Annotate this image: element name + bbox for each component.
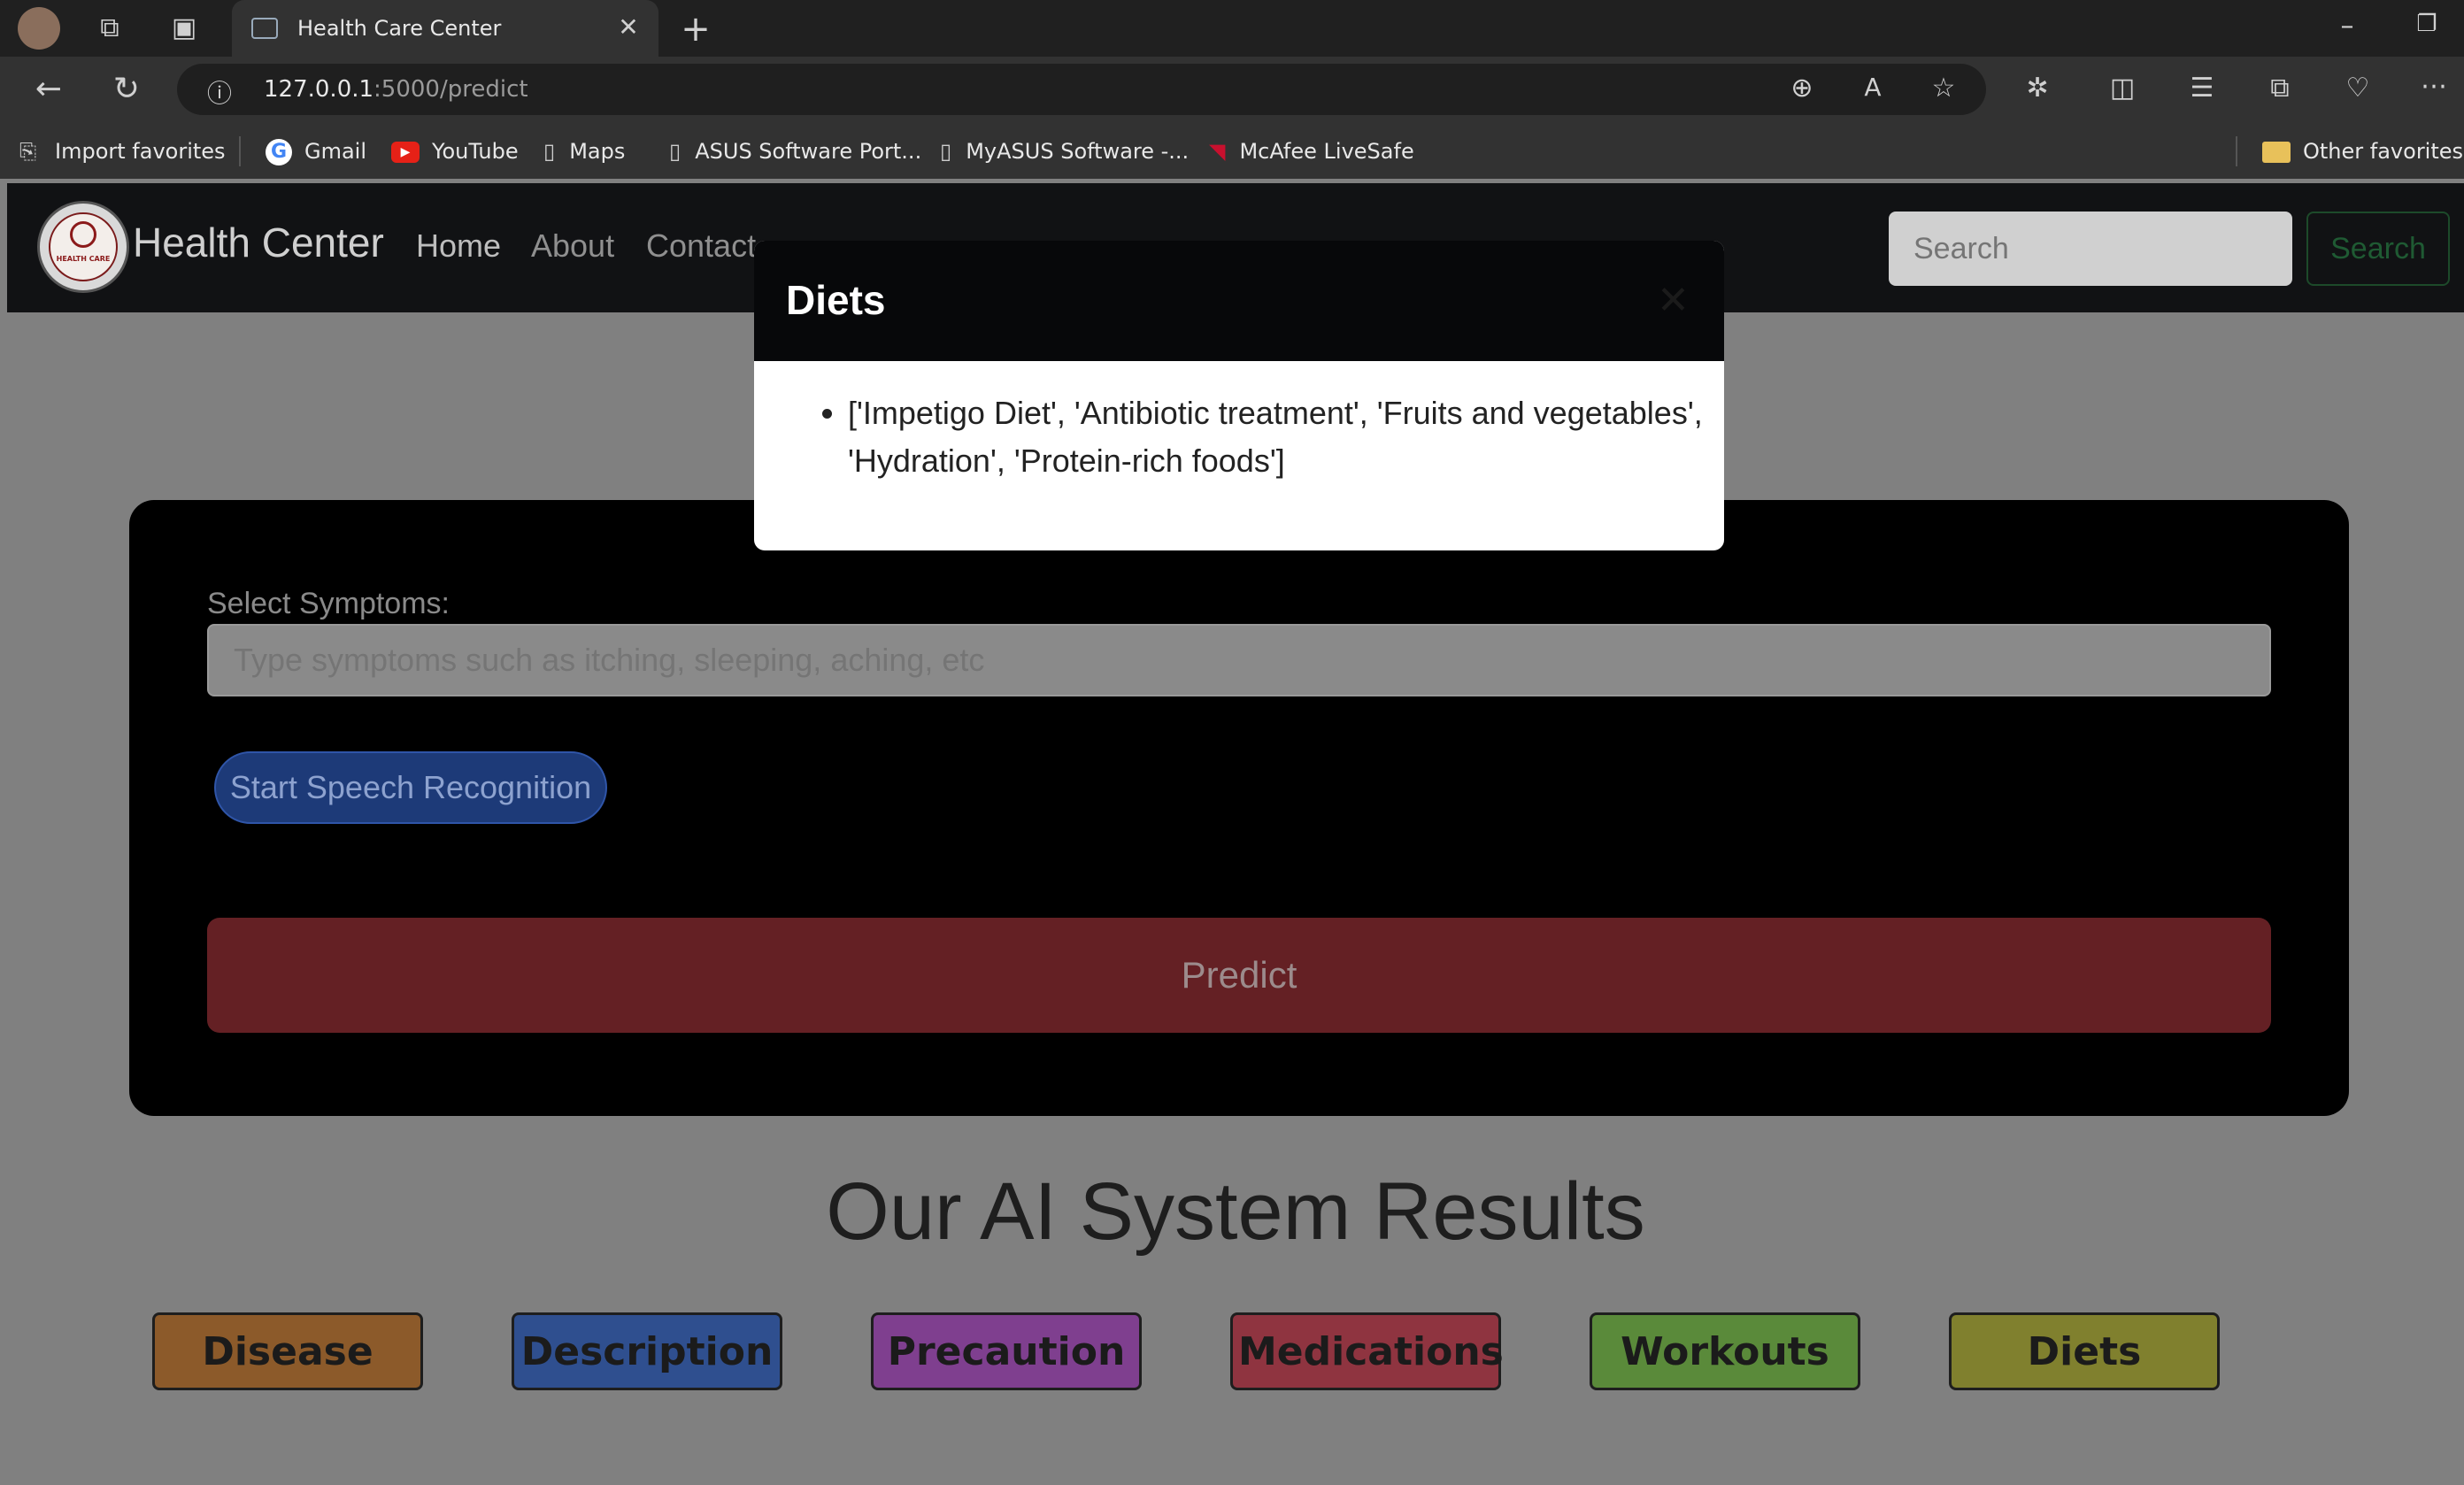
speech-recognition-button[interactable]: Start Speech Recognition <box>214 751 607 824</box>
restore-icon[interactable]: ❐ <box>2406 11 2448 37</box>
logo-emblem: HEALTH CARE <box>49 212 118 281</box>
list-item: ['Impetigo Diet', 'Antibiotic treatment'… <box>848 389 1724 485</box>
symptoms-label: Select Symptoms: <box>207 587 450 620</box>
symptom-form-card: Select Symptoms: Start Speech Recognitio… <box>129 500 2349 1116</box>
site-info-icon[interactable]: ⓘ <box>202 74 237 110</box>
other-favorites[interactable]: Other favorites <box>2262 124 2463 179</box>
url-host: 127.0.0.1 <box>264 76 374 103</box>
bookmark-asus-software[interactable]: ▯ ASUS Software Port... <box>669 124 921 179</box>
bookmark-label: Maps <box>569 139 626 164</box>
bookmark-label: ASUS Software Port... <box>695 139 922 164</box>
bookmark-label: Import favorites <box>55 139 226 164</box>
diets-modal: Diets ✕ ['Impetigo Diet', 'Antibiotic tr… <box>754 241 1724 550</box>
bookmark-label: MyASUS Software -... <box>966 139 1190 164</box>
page-icon: ▯ <box>669 139 681 164</box>
collections-icon[interactable]: ⧉ <box>2260 73 2299 104</box>
import-icon: ⎘ <box>19 139 37 164</box>
bookmark-gmail[interactable]: G Gmail <box>266 124 366 179</box>
google-icon: G <box>266 139 292 165</box>
diets-button[interactable]: Diets <box>1949 1312 2220 1390</box>
favorite-star-icon[interactable]: ☆ <box>1924 73 1963 104</box>
bookmark-label: McAfee LiveSafe <box>1239 139 1414 164</box>
logo-symbol-icon <box>70 221 96 248</box>
site-logo[interactable]: HEALTH CARE <box>37 201 129 293</box>
bookmark-divider <box>2236 136 2237 166</box>
extensions-icon[interactable]: ✲ <box>2018 73 2057 104</box>
url-text[interactable]: 127.0.0.1:5000/predict <box>264 64 528 115</box>
read-aloud-icon[interactable]: A <box>1853 73 1892 102</box>
refresh-icon[interactable]: ↻ <box>104 71 149 107</box>
predict-button[interactable]: Predict <box>207 918 2271 1033</box>
close-tab-icon[interactable]: ✕ <box>612 12 644 42</box>
medications-button[interactable]: Medications <box>1230 1312 1504 1390</box>
bookmark-label: Gmail <box>304 139 367 164</box>
modal-header: Diets ✕ <box>754 241 1724 361</box>
zoom-icon[interactable]: ⊕ <box>1783 73 1821 104</box>
new-tab-icon[interactable]: + <box>674 9 717 50</box>
bookmark-myasus-software[interactable]: ▯ MyASUS Software -... <box>940 124 1189 179</box>
tab-actions-icon[interactable]: ▣ <box>163 12 205 44</box>
tab-health-care-center[interactable]: Health Care Center ✕ <box>232 0 658 57</box>
workspaces-icon[interactable]: ⧉ <box>89 12 131 44</box>
workouts-button[interactable]: Workouts <box>1590 1312 1860 1390</box>
browser-essentials-icon[interactable]: ♡ <box>2338 73 2377 104</box>
close-icon[interactable]: ✕ <box>1657 278 1690 323</box>
nav-contact[interactable]: Contact <box>646 227 756 265</box>
profile-avatar[interactable] <box>18 7 60 50</box>
tab-title: Health Care Center <box>297 16 502 41</box>
bookmark-divider <box>239 136 241 166</box>
back-icon[interactable]: ← <box>27 71 71 107</box>
page-icon: ▯ <box>543 139 556 164</box>
site-search-input[interactable] <box>1889 212 2292 286</box>
favorites-icon[interactable]: ☰ <box>2183 73 2221 104</box>
symptoms-input[interactable] <box>207 624 2271 696</box>
modal-title: Diets <box>786 277 886 323</box>
folder-icon <box>2262 142 2291 163</box>
bookmark-import-favorites[interactable]: ⎘ Import favorites <box>19 124 226 179</box>
description-button[interactable]: Description <box>512 1312 782 1390</box>
logo-text: HEALTH CARE <box>56 255 111 263</box>
split-screen-icon[interactable]: ◫ <box>2103 73 2142 104</box>
bookmark-label: YouTube <box>432 139 519 164</box>
page-icon: ▯ <box>940 139 952 164</box>
results-title: Our AI System Results <box>826 1166 1645 1257</box>
other-favorites-label: Other favorites <box>2303 139 2464 164</box>
nav-about[interactable]: About <box>531 227 614 265</box>
disease-button[interactable]: Disease <box>152 1312 423 1390</box>
youtube-icon: ▶ <box>391 142 420 163</box>
site-search-button[interactable]: Search <box>2306 212 2450 286</box>
precaution-button[interactable]: Precaution <box>871 1312 1142 1390</box>
page-favicon-icon <box>251 18 278 39</box>
site-brand[interactable]: Health Center <box>133 219 384 266</box>
diet-list: ['Impetigo Diet', 'Antibiotic treatment'… <box>789 389 1724 485</box>
nav-home[interactable]: Home <box>416 227 501 265</box>
url-path: :5000/predict <box>373 76 528 103</box>
bookmark-mcafee[interactable]: ◥ McAfee LiveSafe <box>1209 124 1414 179</box>
bookmark-maps[interactable]: ▯ Maps <box>543 124 625 179</box>
bookmark-youtube[interactable]: ▶ YouTube <box>391 124 519 179</box>
mcafee-icon: ◥ <box>1209 139 1226 164</box>
minimize-icon[interactable]: – <box>2326 11 2368 42</box>
more-menu-icon[interactable]: ⋯ <box>2414 71 2453 102</box>
